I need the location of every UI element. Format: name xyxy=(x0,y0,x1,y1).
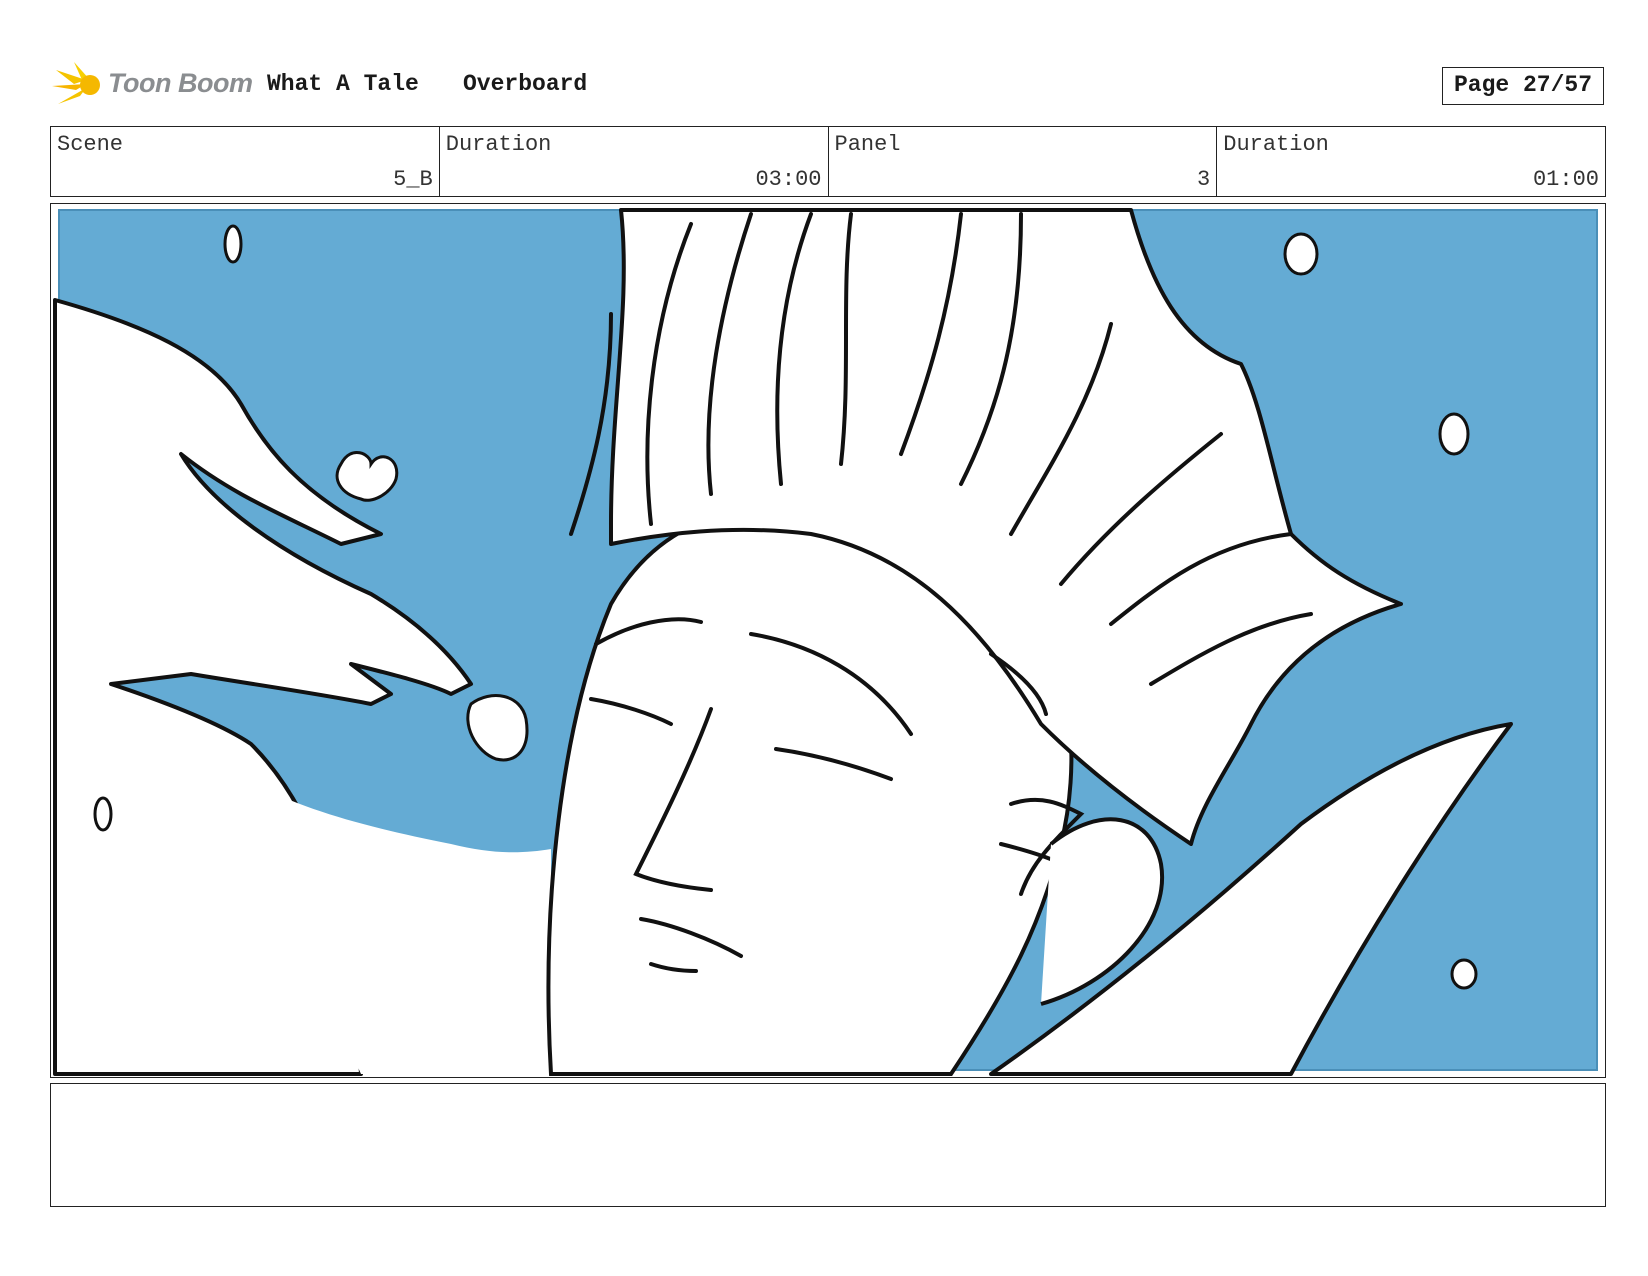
scene-label: Scene xyxy=(57,132,124,157)
bubble xyxy=(93,796,113,832)
storyboard-panel xyxy=(50,203,1606,1078)
episode-title: Overboard xyxy=(463,71,588,97)
action-notes-box[interactable] xyxy=(50,1083,1606,1207)
logo-burst-icon xyxy=(52,62,100,104)
scene-duration-cell: Duration 03:00 xyxy=(440,127,829,196)
scene-duration-label: Duration xyxy=(445,132,552,157)
bubble xyxy=(223,224,243,264)
panel-duration-label: Duration xyxy=(1223,132,1329,157)
bubble xyxy=(335,451,399,502)
logo-text: Toon Boom xyxy=(108,68,253,98)
bubble xyxy=(1283,232,1319,276)
panel-label: Panel xyxy=(834,132,901,157)
scene-info-table: Scene 5_B Duration 03:00 Panel 3 Duratio… xyxy=(50,126,1606,197)
page-number: Page 27/57 xyxy=(1442,67,1604,105)
scene-duration-value: 03:00 xyxy=(755,167,822,192)
toon-boom-logo: Toon Boom xyxy=(52,58,253,114)
panel-value: 3 xyxy=(1197,167,1211,192)
bubble xyxy=(1450,958,1478,990)
panel-duration-cell: Duration 01:00 xyxy=(1217,127,1605,196)
scene-value: 5_B xyxy=(393,167,433,192)
panel-cell: Panel 3 xyxy=(829,127,1218,196)
scene-cell: Scene 5_B xyxy=(51,127,440,196)
project-title: What A Tale xyxy=(267,71,419,97)
panel-sketch xyxy=(53,208,1598,1076)
bubble xyxy=(1438,412,1470,456)
panel-duration-value: 01:00 xyxy=(1532,167,1599,192)
